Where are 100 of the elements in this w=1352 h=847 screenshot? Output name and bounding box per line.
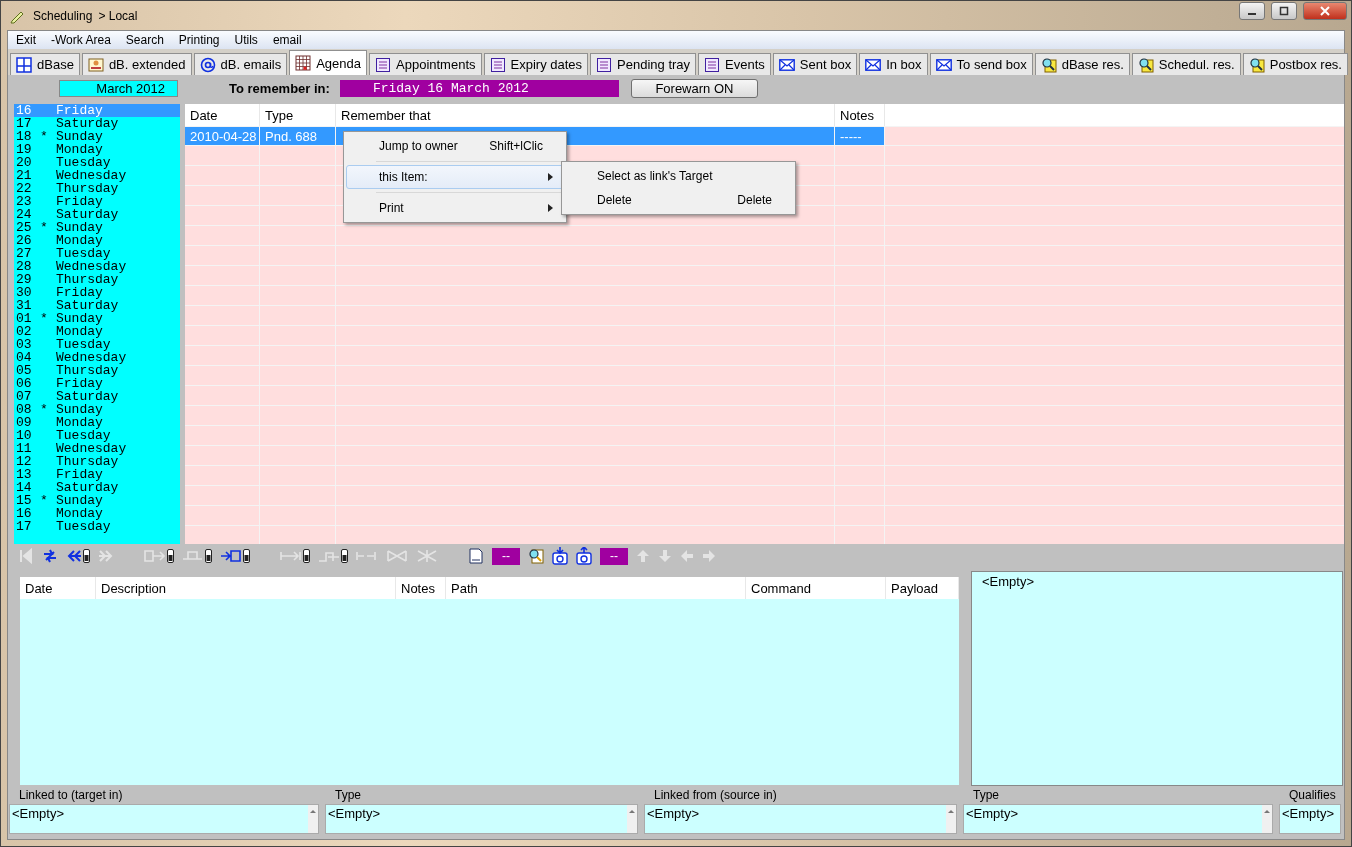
- mail-upload-icon[interactable]: [576, 547, 592, 565]
- envelope-icon: [935, 58, 952, 71]
- minimize-button[interactable]: [1239, 1, 1265, 20]
- preview-text: <Empty>: [982, 574, 1035, 589]
- tab[interactable]: To send box: [929, 53, 1033, 75]
- day-item[interactable]: 28 Wednesday: [14, 260, 180, 273]
- day-item[interactable]: 07 Saturday: [14, 390, 180, 403]
- scroll-up-icon[interactable]: [1262, 805, 1272, 833]
- menu-item[interactable]: email: [272, 33, 302, 47]
- forewarn-button[interactable]: Forewarn ON: [630, 78, 758, 98]
- at-sign-icon: [199, 56, 216, 73]
- link-list-field[interactable]: <Empty>: [9, 804, 319, 834]
- id-card-icon: [87, 56, 104, 73]
- day-item[interactable]: 10 Tuesday: [14, 429, 180, 442]
- column-header[interactable]: Description: [96, 577, 396, 599]
- maximize-button[interactable]: [1271, 1, 1297, 20]
- submenu-arrow-icon: [548, 204, 553, 212]
- day-item[interactable]: 04 Wednesday: [14, 351, 180, 364]
- column-header[interactable]: Type: [260, 104, 336, 126]
- day-item[interactable]: 13 Friday: [14, 468, 180, 481]
- scroll-up-icon[interactable]: [308, 805, 318, 833]
- calendar-icon: [295, 55, 312, 71]
- day-item[interactable]: 12 Thursday: [14, 455, 180, 468]
- tab[interactable]: Sent box: [772, 53, 858, 75]
- day-item[interactable]: 06 Friday: [14, 377, 180, 390]
- column-header[interactable]: Date: [20, 577, 96, 599]
- day-item[interactable]: 03 Tuesday: [14, 338, 180, 351]
- tab[interactable]: Agenda: [289, 50, 368, 75]
- column-header[interactable]: Notes: [396, 577, 446, 599]
- menu-item[interactable]: Search: [125, 33, 164, 47]
- dropdown-icon[interactable]: [243, 549, 250, 563]
- swap-arrows-icon[interactable]: [42, 548, 58, 564]
- column-header[interactable]: Path: [446, 577, 746, 599]
- day-item[interactable]: 24 Saturday: [14, 208, 180, 221]
- day-item[interactable]: 15 * Sunday: [14, 494, 180, 507]
- tab[interactable]: In box: [859, 53, 928, 75]
- minimize-icon: [1248, 12, 1256, 15]
- menu-item[interactable]: Select as link's Target: [564, 164, 793, 188]
- scroll-up-icon[interactable]: [946, 805, 956, 833]
- day-item[interactable]: 21 Wednesday: [14, 169, 180, 182]
- day-item[interactable]: 11 Wednesday: [14, 442, 180, 455]
- day-item[interactable]: 23 Friday: [14, 195, 180, 208]
- day-item[interactable]: 29 Thursday: [14, 273, 180, 286]
- column-header[interactable]: Notes: [835, 104, 885, 126]
- menu-item[interactable]: -Work Area: [51, 33, 111, 47]
- day-item[interactable]: 02 Monday: [14, 325, 180, 338]
- menu-item[interactable]: Utils: [234, 33, 258, 47]
- tab[interactable]: Events: [698, 53, 771, 75]
- day-item[interactable]: 26 Monday: [14, 234, 180, 247]
- column-header[interactable]: Payload: [886, 577, 959, 599]
- field-label: Linked to (target in): [18, 787, 124, 804]
- column-header[interactable]: Remember that: [336, 104, 835, 126]
- day-item[interactable]: 14 Saturday: [14, 481, 180, 494]
- day-item[interactable]: 25 * Sunday: [14, 221, 180, 234]
- tab[interactable]: dB. emails: [193, 53, 288, 75]
- column-header[interactable]: Command: [746, 577, 886, 599]
- link-list-field[interactable]: <Empty>: [644, 804, 957, 834]
- menu-item[interactable]: Delete Delete: [564, 188, 793, 212]
- link-list-field[interactable]: <Empty>: [325, 804, 638, 834]
- document-icon[interactable]: [468, 547, 484, 565]
- table-cell: 2010-04-28: [185, 127, 260, 145]
- tab[interactable]: Expiry dates: [483, 53, 589, 75]
- day-item[interactable]: 31 Saturday: [14, 299, 180, 312]
- day-item[interactable]: 30 Friday: [14, 286, 180, 299]
- day-item[interactable]: 22 Thursday: [14, 182, 180, 195]
- mail-download-icon[interactable]: [552, 547, 568, 565]
- magnifier-document-icon[interactable]: [528, 548, 544, 564]
- close-button[interactable]: [1303, 1, 1347, 20]
- calendar-page-icon: [375, 56, 392, 73]
- menu-item[interactable]: Exit: [16, 33, 36, 47]
- menu-item[interactable]: this Item:: [346, 165, 564, 189]
- day-item[interactable]: 08 * Sunday: [14, 403, 180, 416]
- day-item[interactable]: 20 Tuesday: [14, 156, 180, 169]
- link-list-field[interactable]: <Empty>: [963, 804, 1273, 834]
- day-item[interactable]: 18 * Sunday: [14, 130, 180, 143]
- menu-item[interactable]: Print: [346, 196, 564, 220]
- day-item[interactable]: 27 Tuesday: [14, 247, 180, 260]
- menu-item[interactable]: Printing: [178, 33, 220, 47]
- tab[interactable]: Schedul. res.: [1131, 53, 1241, 75]
- day-item[interactable]: 05 Thursday: [14, 364, 180, 377]
- tab[interactable]: Pending tray: [590, 53, 697, 75]
- double-left-arrow-icon[interactable]: [66, 548, 82, 564]
- day-item[interactable]: 17 Saturday: [14, 117, 180, 130]
- close-icon: [1320, 5, 1330, 16]
- tab[interactable]: Appointments: [369, 53, 482, 75]
- day-item[interactable]: 09 Monday: [14, 416, 180, 429]
- day-item[interactable]: 19 Monday: [14, 143, 180, 156]
- link-list-field[interactable]: <Empty>: [1279, 804, 1341, 834]
- dropdown-icon[interactable]: [83, 549, 90, 563]
- day-item[interactable]: 01 * Sunday: [14, 312, 180, 325]
- field-label: Linked from (source in): [653, 787, 778, 804]
- tab[interactable]: dBase: [10, 53, 80, 75]
- tab[interactable]: Postbox res.: [1242, 53, 1348, 75]
- column-header[interactable]: Date: [185, 104, 260, 126]
- table-cell: -----: [835, 127, 885, 145]
- tab[interactable]: dBase res.: [1034, 53, 1130, 75]
- day-item[interactable]: 16 Monday: [14, 507, 180, 520]
- day-item[interactable]: 17 Tuesday: [14, 520, 180, 533]
- scroll-up-icon[interactable]: [627, 805, 637, 833]
- tab[interactable]: dB. extended: [81, 53, 192, 75]
